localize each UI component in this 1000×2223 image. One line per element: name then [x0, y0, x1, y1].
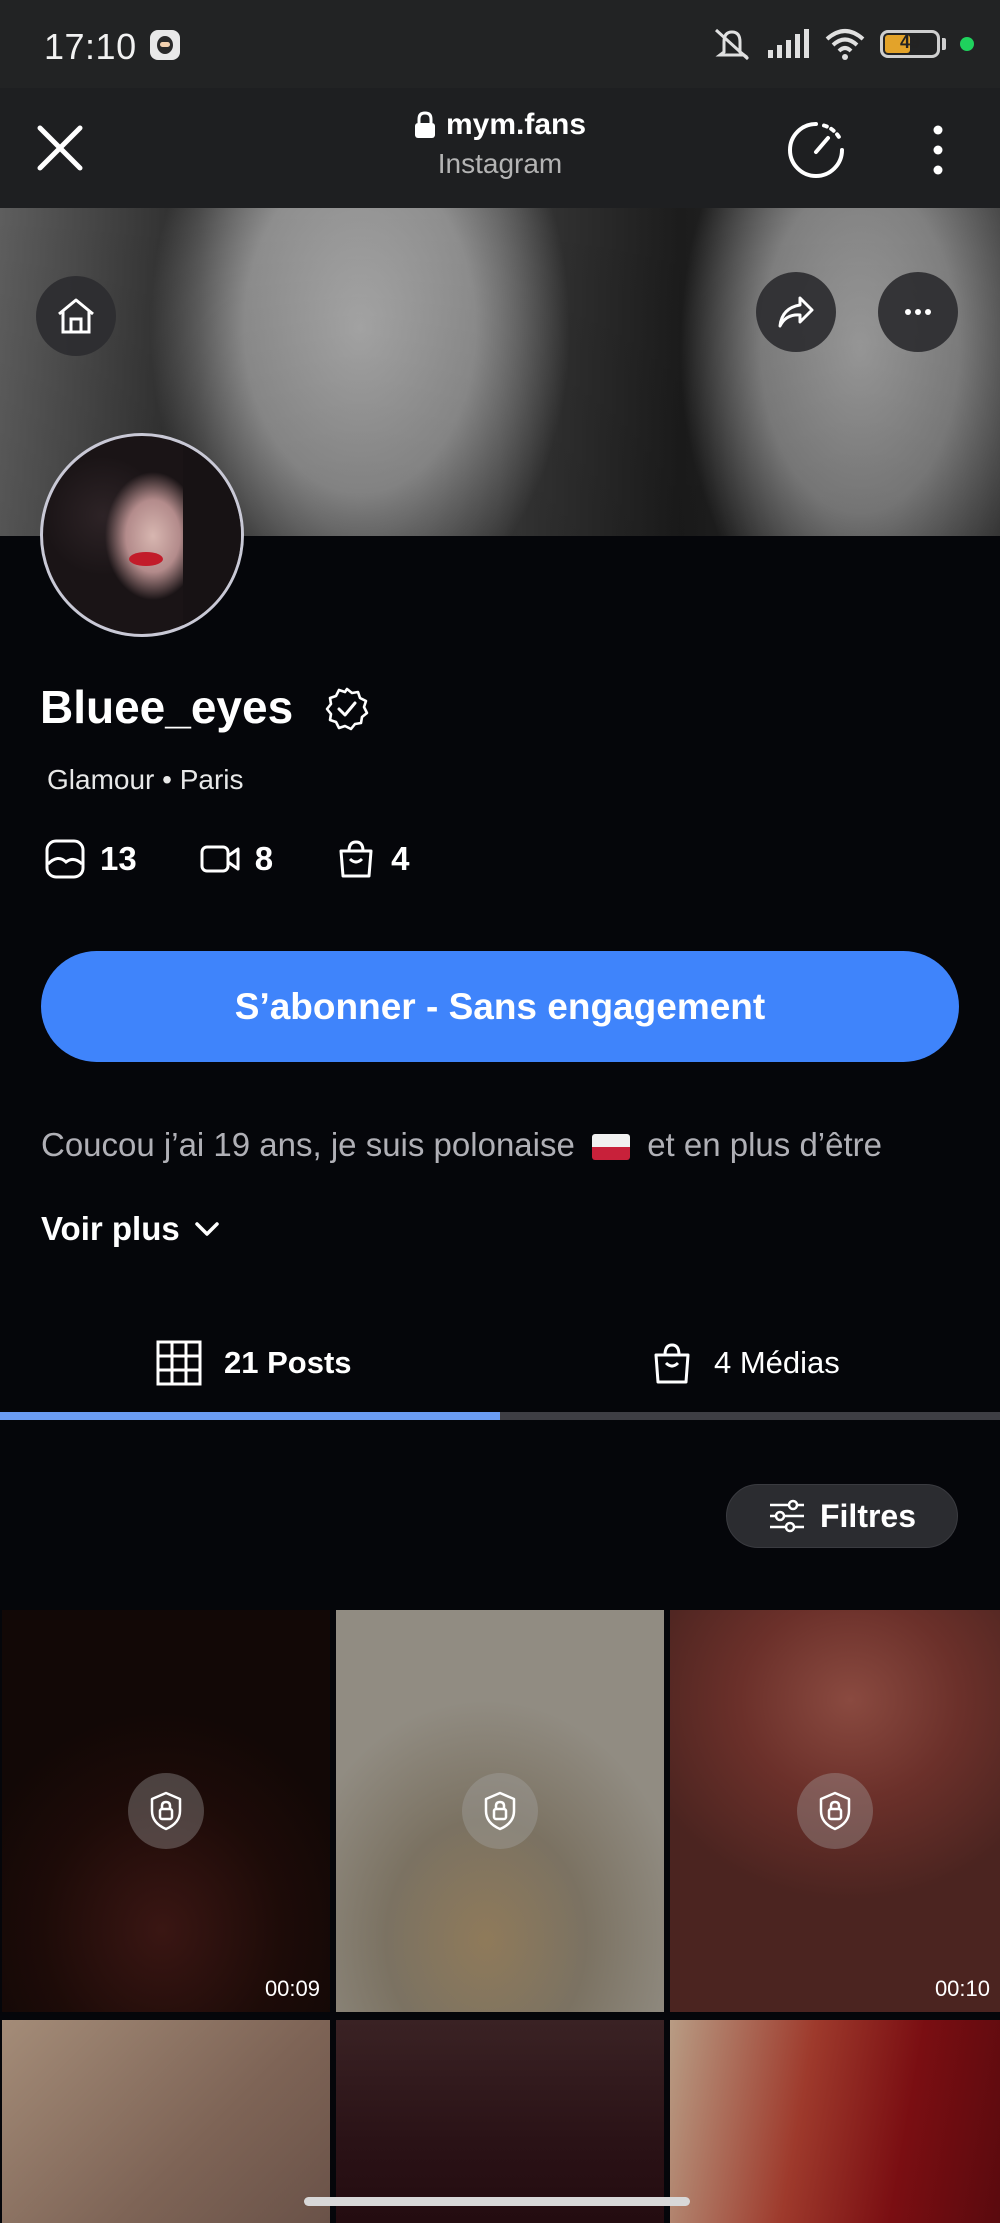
home-icon	[58, 298, 94, 334]
url-subtitle: Instagram	[437, 148, 563, 179]
filters-label: Filtres	[819, 1497, 917, 1534]
browser-toolbar: mym.fans Instagram	[0, 88, 1000, 208]
tab-medias-label: 4 Médias	[714, 1345, 840, 1380]
home-button[interactable]	[36, 276, 116, 356]
profile-username: Bluee_eyes	[40, 681, 294, 733]
shopping-bag-icon	[339, 840, 373, 878]
speedometer-icon[interactable]	[784, 118, 848, 182]
bio-text-start: Coucou j’ai 19 ans, je suis polonaise	[41, 1126, 575, 1163]
see-more-label: Voir plus	[41, 1210, 180, 1247]
profile-meta: Glamour • Paris	[47, 764, 244, 795]
status-bar: 17:10 49	[0, 0, 1000, 88]
tab-active-indicator	[0, 1412, 500, 1420]
media-tile[interactable]	[670, 2020, 1000, 2223]
media-tile[interactable]: 00:10	[670, 1610, 1000, 2012]
locked-content-icon	[797, 1773, 873, 1849]
url-domain: mym.fans	[445, 108, 587, 141]
media-tile[interactable]	[2, 2020, 330, 2223]
grid-icon	[156, 1340, 202, 1386]
poland-flag-icon	[592, 1134, 631, 1160]
locked-content-icon	[128, 1773, 204, 1849]
videos-count-value: 8	[254, 840, 274, 877]
media-tile[interactable]: 00:09	[2, 1610, 330, 2012]
sliders-icon	[769, 1499, 804, 1533]
share-icon	[778, 296, 814, 328]
tab-posts[interactable]: 21 Posts	[156, 1318, 352, 1408]
notification-app-icon	[150, 30, 180, 60]
close-icon[interactable]	[30, 118, 90, 178]
mute-icon	[714, 28, 750, 61]
filters-button[interactable]: Filtres	[726, 1484, 958, 1548]
video-duration: 00:10	[934, 1976, 990, 2001]
photo-icon	[45, 839, 85, 879]
battery-icon: 49	[880, 30, 940, 58]
bio-text-end: et en plus d’être	[647, 1126, 883, 1163]
profile-stats: 13 8 4	[44, 838, 471, 880]
subscribe-button[interactable]: S’abonner - Sans engagement	[41, 951, 959, 1062]
profile-bio: Coucou j’ai 19 ans, je suis polonaise et…	[41, 1126, 981, 1186]
chevron-down-icon	[195, 1222, 219, 1236]
home-indicator[interactable]	[304, 2197, 690, 2206]
share-button[interactable]	[756, 272, 836, 352]
avatar[interactable]	[40, 433, 244, 637]
lock-icon	[414, 111, 435, 138]
privacy-indicator-dot	[960, 37, 974, 51]
more-vertical-icon[interactable]	[922, 122, 954, 178]
more-horizontal-icon	[905, 309, 931, 315]
shop-count: 4	[335, 838, 409, 880]
verified-badge-icon	[325, 687, 369, 731]
wifi-icon	[825, 29, 865, 60]
status-time: 17:10	[44, 26, 137, 67]
status-icons: 49	[712, 24, 974, 64]
video-duration: 00:09	[264, 1976, 320, 2001]
url-display[interactable]: mym.fans Instagram	[300, 108, 700, 180]
videos-count: 8	[199, 838, 273, 880]
photos-count: 13	[44, 838, 137, 880]
tab-medias[interactable]: 4 Médias	[652, 1318, 840, 1408]
signal-icon	[768, 29, 809, 58]
shopping-bag-icon	[654, 1343, 690, 1384]
locked-content-icon	[462, 1773, 538, 1849]
more-options-button[interactable]	[878, 272, 958, 352]
see-more-button[interactable]: Voir plus	[41, 1210, 220, 1248]
media-tile[interactable]	[336, 1610, 664, 2012]
photos-count-value: 13	[100, 840, 137, 877]
shop-count-value: 4	[391, 840, 410, 877]
battery-level: 49	[899, 32, 921, 52]
video-camera-icon	[200, 845, 240, 873]
media-tile[interactable]	[336, 2020, 664, 2223]
tab-posts-label: 21 Posts	[224, 1345, 352, 1380]
